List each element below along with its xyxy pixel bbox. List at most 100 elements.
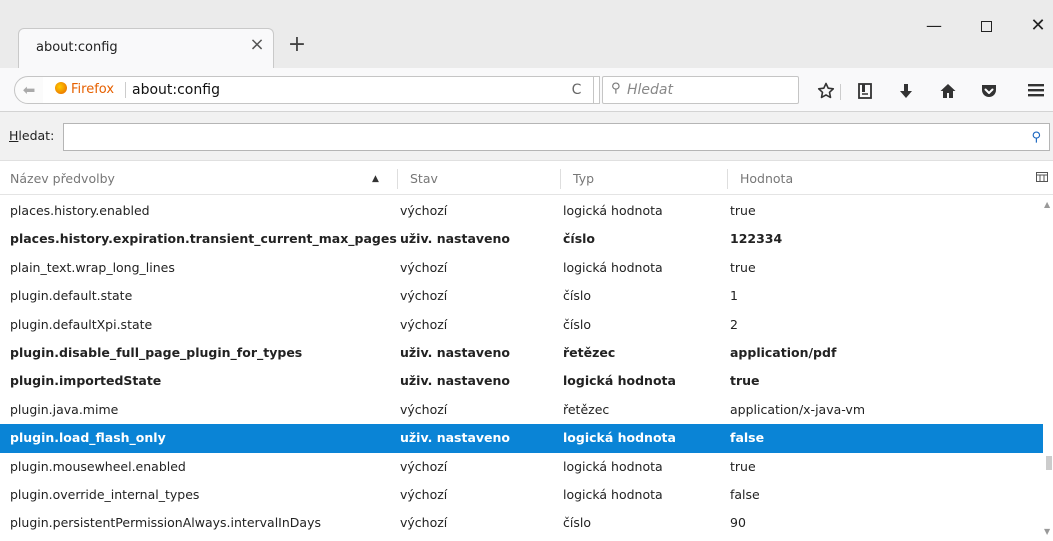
pref-status: výchozí bbox=[400, 203, 448, 218]
bookmark-star-button[interactable] bbox=[814, 82, 838, 102]
column-splitter[interactable] bbox=[560, 169, 561, 189]
pref-value: application/x-java-vm bbox=[730, 401, 866, 417]
search-placeholder: Hledat bbox=[627, 82, 673, 98]
table-row[interactable]: plugin.importedState uživ. nastaveno logic… bbox=[0, 367, 1043, 395]
pref-value: true bbox=[730, 458, 756, 474]
column-type[interactable]: Typ bbox=[573, 163, 594, 195]
vertical-scrollbar[interactable] bbox=[1043, 197, 1053, 541]
title-bar: about:config × + — ✕ bbox=[0, 0, 1053, 68]
scroll-down-icon[interactable]: ▼ bbox=[1044, 527, 1050, 536]
close-window-button[interactable]: ✕ bbox=[1024, 14, 1052, 38]
pref-type: číslo bbox=[563, 316, 591, 332]
pref-name: plugin.defaultXpi.state bbox=[10, 316, 153, 332]
pref-type: logická hodnota bbox=[563, 487, 663, 502]
scrollbar-thumb[interactable] bbox=[1046, 456, 1052, 470]
table-row[interactable]: places.history.enabled výchozí logická hod… bbox=[0, 197, 1043, 225]
pref-name: plugin.importedState bbox=[10, 373, 162, 389]
column-value[interactable]: Hodnota bbox=[740, 163, 793, 195]
column-splitter[interactable] bbox=[397, 169, 398, 189]
reading-list-button[interactable] bbox=[853, 82, 877, 102]
table-row[interactable]: plugin.defaultXpi.state výchozí číslo 2 bbox=[0, 311, 1043, 339]
pref-name: places.history.enabled bbox=[10, 203, 150, 218]
pocket-icon bbox=[982, 85, 996, 97]
tab-about-config[interactable]: about:config × bbox=[18, 28, 274, 68]
open-menu-button[interactable] bbox=[1024, 82, 1048, 102]
pref-value: 2 bbox=[730, 316, 738, 332]
pref-value: true bbox=[730, 373, 760, 389]
pocket-button[interactable] bbox=[977, 82, 1001, 102]
scroll-up-icon[interactable]: ▲ bbox=[1044, 200, 1050, 209]
search-bar[interactable]: ⚲ Hledat bbox=[602, 76, 799, 104]
search-label: Hledat: bbox=[9, 128, 54, 143]
pref-type: logická hodnota bbox=[563, 373, 676, 389]
navigation-toolbar: ⬅ Firefox about:config C ⚲ Hledat bbox=[0, 68, 1053, 112]
pref-name: plugin.override_internal_types bbox=[10, 487, 200, 502]
column-name[interactable]: Název předvolby bbox=[10, 163, 115, 195]
pref-status: uživ. nastaveno bbox=[400, 373, 510, 389]
maximize-button[interactable] bbox=[972, 14, 1000, 38]
table-row[interactable]: places.history.expiration.transient_curr… bbox=[0, 225, 1043, 253]
maximize-icon bbox=[980, 21, 992, 32]
downloads-button[interactable] bbox=[894, 82, 918, 102]
download-icon bbox=[900, 84, 912, 98]
reload-icon: C bbox=[571, 82, 582, 98]
pref-type: logická hodnota bbox=[563, 203, 663, 218]
pref-value: false bbox=[730, 430, 765, 446]
menu-icon bbox=[1028, 84, 1044, 97]
home-button[interactable] bbox=[936, 82, 960, 102]
pref-status: výchozí bbox=[400, 401, 448, 417]
pref-status: výchozí bbox=[400, 487, 448, 502]
pref-name: plugin.java.mime bbox=[10, 401, 119, 417]
sort-ascending-icon: ▲ bbox=[372, 174, 379, 184]
search-icon: ⚲ bbox=[611, 81, 621, 96]
preferences-list: places.history.enabled výchozí logická hod… bbox=[0, 197, 1043, 541]
tab-close-icon[interactable]: × bbox=[247, 35, 267, 55]
minimize-button[interactable]: — bbox=[920, 14, 948, 38]
pref-name: plugin.disable_full_page_plugin_for_type… bbox=[10, 345, 303, 360]
table-row[interactable]: plain_text.wrap_long_lines výchozí logická… bbox=[0, 254, 1043, 282]
identity-label: Firefox bbox=[71, 82, 115, 97]
pref-name: plugin.default.state bbox=[10, 288, 133, 304]
pref-name: places.history.expiration.transient_curr… bbox=[10, 231, 397, 247]
reload-button[interactable]: C bbox=[560, 76, 594, 104]
pref-type: číslo bbox=[563, 288, 591, 304]
pref-name: plugin.persistentPermissionAlways.interv… bbox=[10, 515, 321, 531]
home-icon bbox=[940, 84, 956, 98]
pref-type: řetězec bbox=[563, 345, 616, 360]
pref-value: false bbox=[730, 487, 760, 502]
pref-type: řetězec bbox=[563, 401, 610, 417]
pref-status: výchozí bbox=[400, 316, 448, 332]
table-row[interactable]: plugin.disable_full_page_plugin_for_type… bbox=[0, 339, 1043, 367]
column-picker-icon[interactable] bbox=[1036, 172, 1048, 184]
tab-strip: about:config × + bbox=[0, 0, 1053, 68]
new-tab-button[interactable]: + bbox=[285, 33, 309, 57]
search-icon: ⚲ bbox=[1031, 130, 1041, 145]
table-row[interactable]: plugin.default.state výchozí číslo 1 bbox=[0, 282, 1043, 310]
table-row[interactable]: plugin.load_flash_only uživ. nastaveno log… bbox=[0, 424, 1043, 453]
column-splitter[interactable] bbox=[727, 169, 728, 189]
table-row[interactable]: plugin.mousewheel.enabled výchozí logická … bbox=[0, 453, 1043, 481]
pref-status: výchozí bbox=[400, 458, 448, 474]
table-row[interactable]: plugin.persistentPermissionAlways.interv… bbox=[0, 509, 1043, 537]
config-search-input[interactable]: ⚲ bbox=[63, 123, 1050, 151]
column-status[interactable]: Stav bbox=[410, 163, 438, 195]
pref-status: výchozí bbox=[400, 259, 448, 275]
url-bar[interactable]: Firefox about:config bbox=[43, 76, 600, 104]
back-arrow-icon: ⬅ bbox=[22, 81, 36, 99]
config-search-bar: Hledat: ⚲ bbox=[0, 112, 1053, 161]
pref-name: plugin.load_flash_only bbox=[10, 430, 166, 446]
pref-status: uživ. nastaveno bbox=[400, 345, 510, 360]
table-row[interactable]: plugin.java.mime výchozí řetězec applicatio… bbox=[0, 396, 1043, 424]
table-row[interactable]: plugin.override_internal_types výchozí log… bbox=[0, 481, 1043, 509]
pref-type: logická hodnota bbox=[563, 430, 676, 446]
url-text[interactable]: about:config bbox=[132, 77, 220, 103]
pref-value: 122334 bbox=[730, 231, 783, 247]
identity-box[interactable]: Firefox bbox=[55, 77, 114, 103]
toolbar-separator bbox=[840, 84, 841, 100]
back-button[interactable]: ⬅ bbox=[14, 76, 44, 104]
pref-value: true bbox=[730, 259, 756, 275]
pref-status: výchozí bbox=[400, 515, 448, 531]
search-label-accesskey: H bbox=[9, 128, 19, 143]
pref-type: číslo bbox=[563, 231, 596, 247]
pref-status: uživ. nastaveno bbox=[400, 231, 510, 247]
